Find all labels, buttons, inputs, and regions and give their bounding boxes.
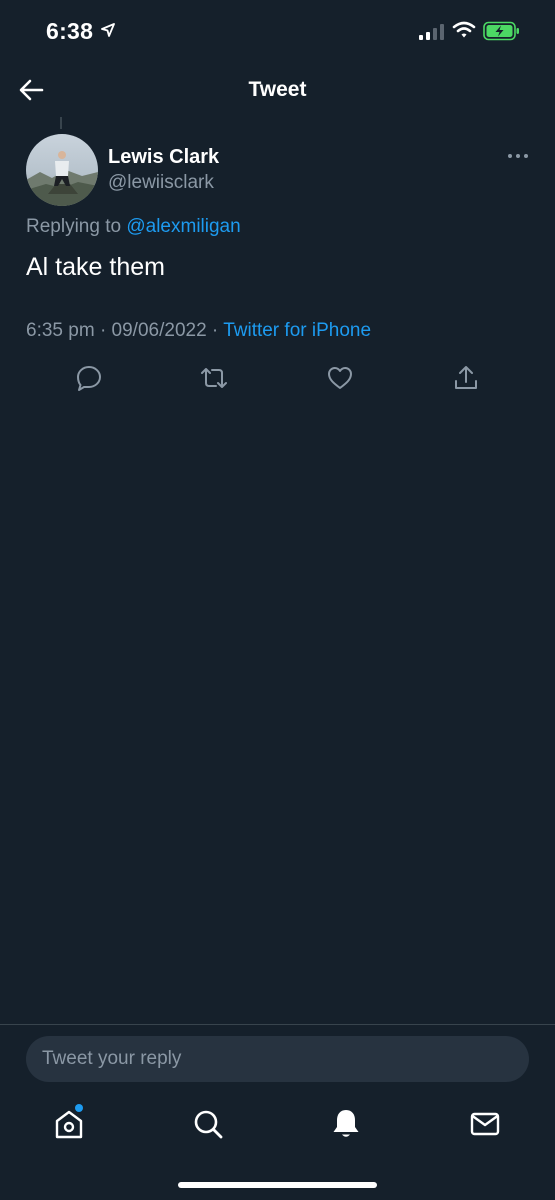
status-time: 6:38 xyxy=(46,18,94,44)
tweet-actions xyxy=(0,364,555,394)
search-icon[interactable] xyxy=(190,1106,226,1142)
reply-input[interactable]: Tweet your reply xyxy=(26,1036,529,1082)
page-title: Tweet xyxy=(248,78,307,101)
cellular-signal-icon xyxy=(419,24,444,40)
tweet-metadata: 6:35 pm · 09/06/2022 · Twitter for iPhon… xyxy=(26,320,371,342)
meta-separator: · xyxy=(211,320,219,341)
location-arrow-icon xyxy=(101,23,115,37)
home-indicator xyxy=(178,1182,377,1188)
tweet-text: Al take them xyxy=(26,253,165,281)
reply-icon[interactable] xyxy=(75,364,103,392)
avatar[interactable] xyxy=(26,134,98,206)
meta-separator: · xyxy=(99,320,107,341)
replying-to-prefix: Replying to xyxy=(26,216,122,237)
tweet-source-link[interactable]: Twitter for iPhone xyxy=(223,320,371,341)
mail-icon[interactable] xyxy=(467,1106,503,1142)
retweet-icon[interactable] xyxy=(200,364,228,392)
bell-icon[interactable] xyxy=(328,1106,364,1142)
heart-icon[interactable] xyxy=(326,364,354,392)
replying-to-line: Replying to @alexmiligan xyxy=(26,216,241,238)
tweet-date: 09/06/2022 xyxy=(111,320,207,341)
author-display-name[interactable]: Lewis Clark xyxy=(108,146,219,169)
wifi-icon xyxy=(452,21,476,38)
composer-divider xyxy=(0,1024,555,1025)
status-bar: 6:38 xyxy=(0,0,555,64)
battery-charging-icon xyxy=(483,21,519,41)
more-horizontal-icon[interactable] xyxy=(506,148,530,164)
share-icon[interactable] xyxy=(452,364,480,392)
author-handle[interactable]: @lewiisclark xyxy=(108,172,214,194)
tweet-detail-screen: 6:38 Tweet Lewis Clark @lewiisclark Repl… xyxy=(0,0,555,1200)
avatar-image xyxy=(26,134,98,206)
header-bar: Tweet xyxy=(0,64,555,116)
tweet-time: 6:35 pm xyxy=(26,320,95,341)
home-notification-dot xyxy=(75,1104,83,1112)
thread-connector-line xyxy=(60,117,62,129)
replying-to-mention[interactable]: @alexmiligan xyxy=(126,216,240,237)
home-icon[interactable] xyxy=(51,1106,87,1142)
